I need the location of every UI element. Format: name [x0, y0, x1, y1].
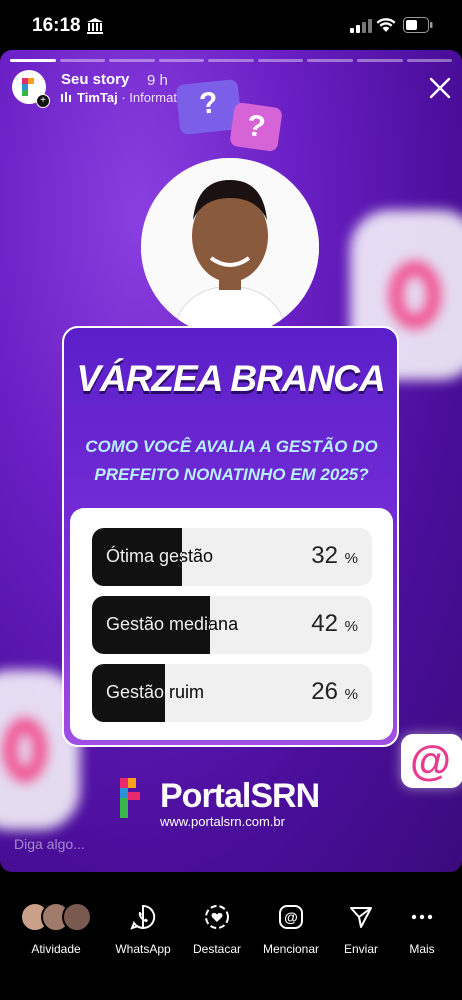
- whatsapp-icon: [103, 900, 183, 934]
- story-username[interactable]: Seu story: [61, 71, 129, 88]
- story-progress-bar: [10, 59, 453, 62]
- poll-option-label: Gestão ruim: [106, 682, 205, 702]
- poll-question: COMO VOCÊ AVALIA A GESTÃO DO PREFEITO NO…: [84, 433, 379, 489]
- poll-option-percent-value: 42: [311, 610, 338, 637]
- action-label: Atividade: [31, 942, 81, 956]
- more-icon: [382, 900, 462, 934]
- progress-segment: [208, 59, 254, 62]
- progress-segment: [257, 59, 304, 62]
- poll-option[interactable]: Gestão mediana 42 %: [92, 596, 372, 654]
- action-label: Mencionar: [262, 942, 320, 956]
- avatar[interactable]: +: [12, 70, 50, 108]
- svg-text:@: @: [284, 909, 298, 925]
- progress-segment: [406, 59, 453, 62]
- mayor-portrait-icon: [141, 158, 319, 336]
- progress-segment: [356, 59, 403, 62]
- brand-url: www.portalsrn.com.br: [160, 814, 285, 829]
- close-icon[interactable]: [428, 76, 452, 100]
- poll-option-percent-value: 26: [311, 678, 338, 705]
- story-viewer[interactable]: + Seu story 9 h TimTaj · Information › ?…: [0, 50, 462, 872]
- audio-bars-icon: [61, 92, 71, 102]
- action-mais-button[interactable]: Mais: [382, 900, 462, 956]
- action-label: Destacar: [192, 942, 242, 956]
- poll-title: VÁRZEA BRANCA: [76, 358, 385, 399]
- status-bar: 16:18: [0, 0, 462, 50]
- action-atividade-button[interactable]: Atividade: [16, 900, 96, 956]
- cellular-signal-icon: [350, 19, 372, 33]
- add-story-icon[interactable]: +: [36, 94, 50, 108]
- progress-segment: [59, 59, 106, 62]
- reply-input[interactable]: Diga algo...: [14, 836, 85, 852]
- highlight-heart-icon: [177, 900, 257, 934]
- action-mencionar-button[interactable]: @ Mencionar: [251, 900, 331, 956]
- wifi-icon: [376, 18, 396, 32]
- mention-sticker: @: [401, 734, 462, 788]
- music-artist: TimTaj: [77, 90, 118, 105]
- percent-sign: %: [344, 618, 358, 635]
- poll-option-label: Ótima gestão: [106, 546, 214, 566]
- question-mark-bubble-icon: ?: [229, 101, 283, 153]
- poll-option-percent-value: 32: [311, 542, 338, 569]
- at-sign-icon: @: [410, 737, 451, 784]
- poll-question-line: PREFEITO NONATINHO EM 2025?: [94, 465, 369, 484]
- action-whatsapp-button[interactable]: WhatsApp: [103, 900, 183, 956]
- progress-segment: [10, 59, 56, 62]
- percent-sign: %: [344, 686, 358, 703]
- music-separator: ·: [117, 90, 130, 105]
- battery-icon: [403, 17, 433, 33]
- action-label: WhatsApp: [115, 942, 171, 956]
- poll-option-label: Gestão mediana: [106, 614, 239, 634]
- action-destacar-button[interactable]: Destacar: [177, 900, 257, 956]
- bank-icon: [87, 18, 103, 34]
- mayor-photo: [141, 158, 319, 336]
- percent-sign: %: [344, 550, 358, 567]
- poll-option-percent: 26 %: [311, 678, 358, 706]
- poll-option-percent: 32 %: [311, 542, 358, 570]
- portalsrn-logo-icon: [120, 778, 140, 818]
- status-time: 16:18: [32, 15, 81, 36]
- poll-options: Ótima gestão 32 % Gestão mediana 42 % Gestão…: [70, 508, 393, 740]
- poll-option-percent: 42 %: [311, 610, 358, 638]
- progress-segment: [158, 59, 205, 62]
- progress-segment: [307, 59, 353, 62]
- poll-option[interactable]: Ótima gestão 32 %: [92, 528, 372, 586]
- story-age: 9 h: [147, 72, 168, 89]
- activity-avatars-icon: [16, 900, 96, 934]
- poll-card: VÁRZEA BRANCA COMO VOCÊ AVALIA A GESTÃO …: [62, 326, 399, 747]
- progress-segment: [109, 59, 155, 62]
- poll-question-line: COMO VOCÊ AVALIA A GESTÃO DO: [85, 437, 378, 456]
- poll-option[interactable]: Gestão ruim 26 %: [92, 664, 372, 722]
- mention-icon: @: [251, 900, 331, 934]
- story-action-bar: Atividade WhatsApp Destacar @ Mencionar Envia…: [0, 900, 462, 970]
- action-label: Mais: [409, 942, 435, 956]
- brand-name: PortalSRN: [160, 777, 320, 815]
